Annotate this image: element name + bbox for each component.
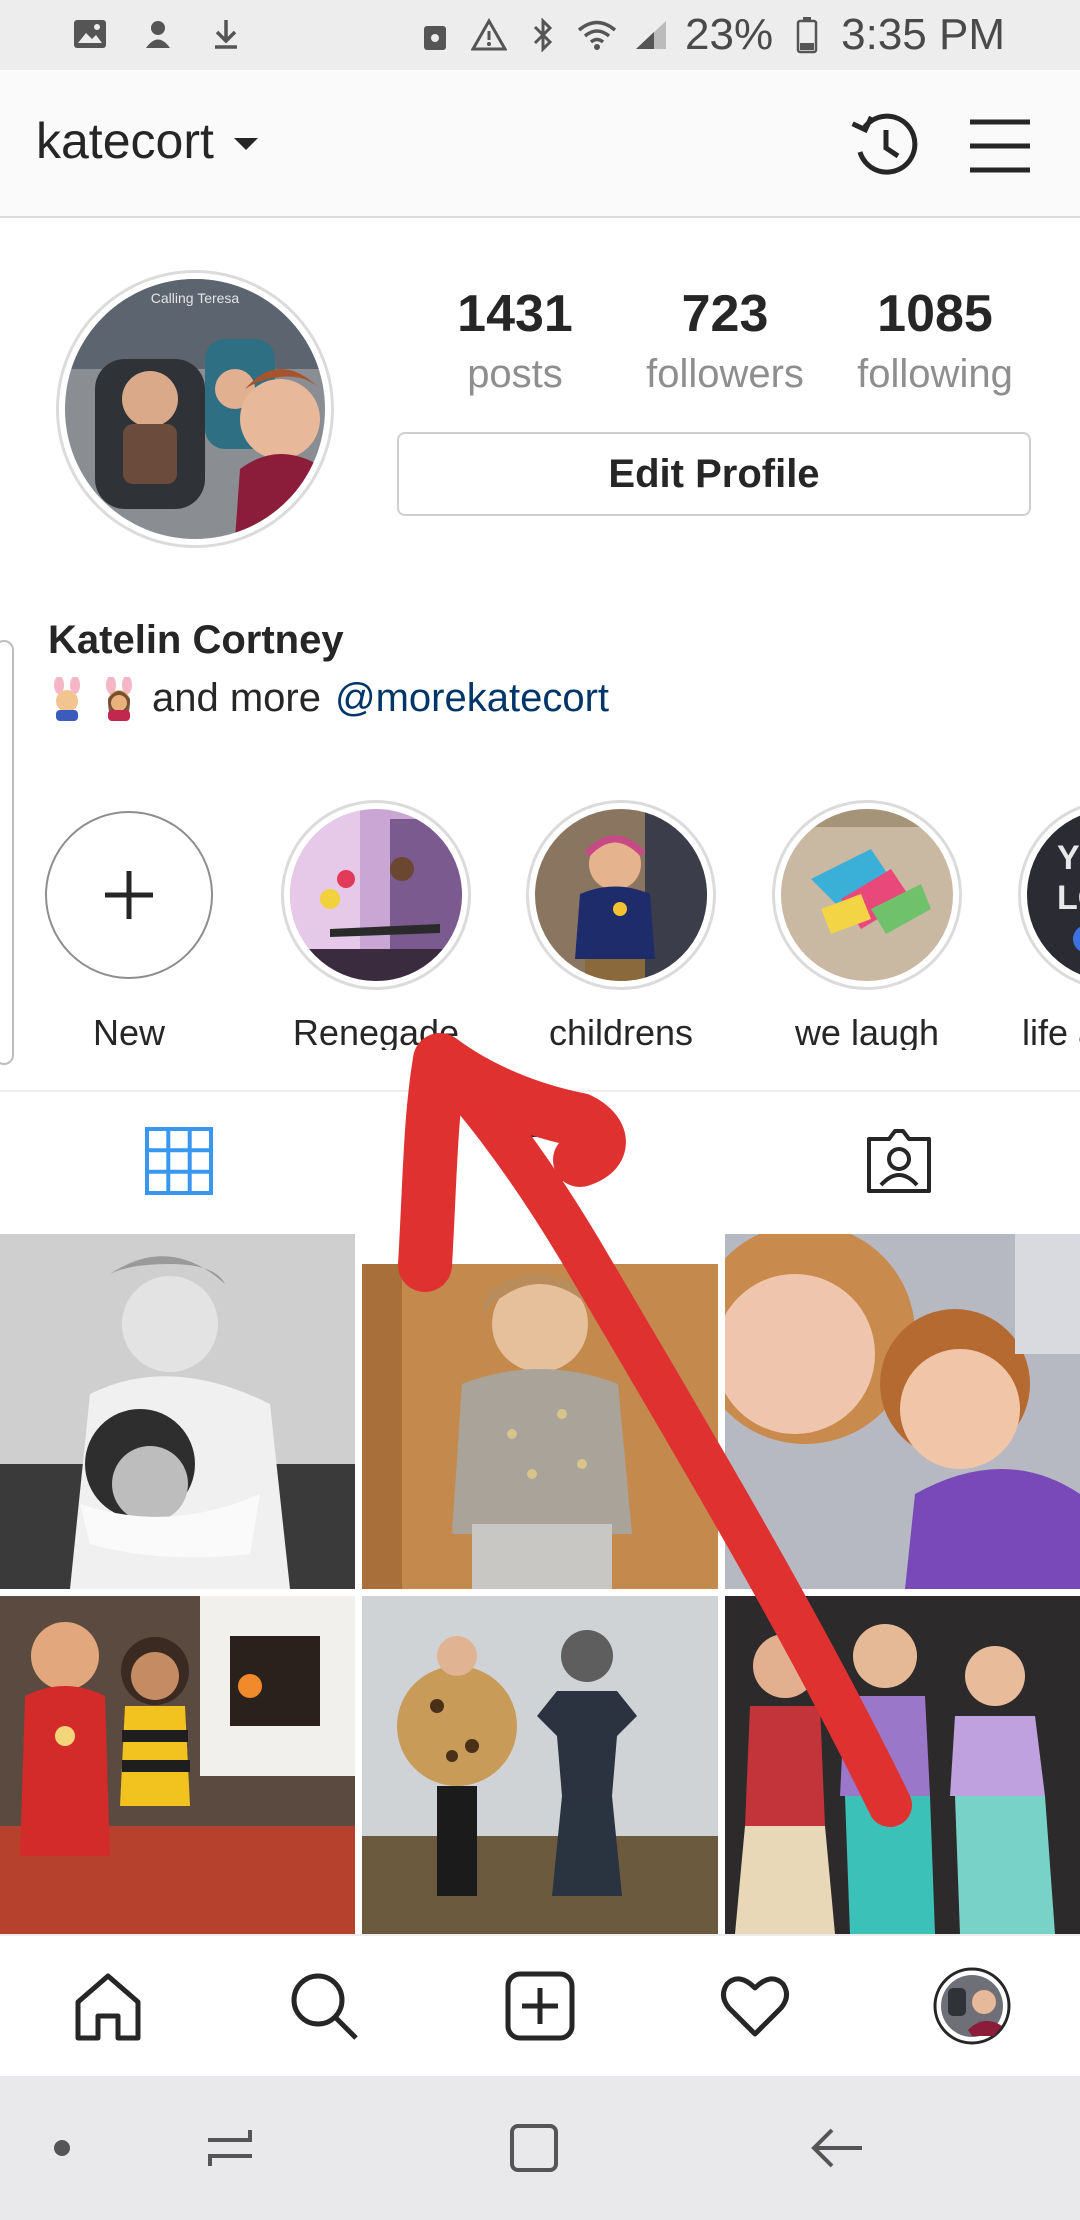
download-icon — [206, 14, 246, 54]
highlight-label: New — [92, 1012, 166, 1050]
highlight-cover — [290, 809, 462, 981]
search-icon[interactable] — [282, 1964, 366, 2048]
system-navigation — [0, 2076, 1080, 2220]
grid-post[interactable] — [362, 1234, 718, 1589]
grid-post[interactable] — [0, 1596, 355, 1934]
status-system: 23% 3:35 PM — [415, 10, 1005, 60]
highlight-we-laugh[interactable]: we laugh — [772, 800, 962, 1050]
history-icon[interactable] — [846, 106, 926, 186]
bio-text: and more — [152, 676, 321, 720]
username-label: katecort — [36, 113, 214, 169]
full-name: Katelin Cortney — [48, 618, 344, 662]
warning-icon — [469, 15, 509, 55]
bio-mention-link[interactable]: @morekatecort — [335, 676, 609, 721]
back-icon[interactable] — [806, 2118, 866, 2178]
image-icon — [70, 14, 110, 54]
highlight-cover — [781, 809, 953, 981]
account-switcher[interactable]: katecort — [36, 112, 258, 170]
grid-post[interactable] — [362, 1596, 718, 1934]
followers-label: followers — [646, 352, 804, 396]
stat-following[interactable]: 1085 following — [830, 282, 1040, 402]
highlight-cover — [535, 809, 707, 981]
highlight-cover: YO LO — [1027, 809, 1080, 981]
feed-list-icon[interactable] — [507, 1125, 579, 1197]
svg-text:YO: YO — [1057, 839, 1080, 877]
bunny-girl-emoji-icon — [48, 675, 86, 721]
followers-count: 723 — [681, 285, 769, 343]
grid-icon[interactable] — [143, 1125, 215, 1197]
home-icon[interactable] — [66, 1964, 150, 2048]
highlight-renegade[interactable]: Renegade — [281, 800, 471, 1050]
tagged-icon[interactable] — [863, 1125, 935, 1197]
grid-post[interactable] — [725, 1234, 1080, 1589]
highlight-childrens[interactable]: childrens — [526, 800, 716, 1050]
lock-icon — [415, 15, 455, 55]
signal-icon — [631, 15, 671, 55]
grid-post[interactable] — [725, 1596, 1080, 1934]
highlight-new[interactable]: New — [34, 800, 224, 1050]
wifi-icon — [577, 15, 617, 55]
dot-icon[interactable] — [32, 2118, 92, 2178]
status-notifications — [70, 14, 246, 54]
add-post-icon[interactable] — [498, 1964, 582, 2048]
app-header: katecort — [0, 70, 1080, 218]
bio: and more @morekatecort — [48, 675, 609, 721]
highlight-label: we laugh — [794, 1012, 940, 1050]
bunny-girl-emoji-icon-2 — [100, 675, 138, 721]
status-bar: 23% 3:35 PM — [0, 0, 1080, 70]
clock: 3:35 PM — [841, 10, 1005, 59]
plus-icon — [105, 871, 153, 919]
person-icon — [138, 14, 178, 54]
new-highlight-button[interactable] — [45, 811, 213, 979]
menu-icon[interactable] — [960, 106, 1040, 186]
highlight-label: life a — [1022, 1012, 1080, 1050]
posts-label: posts — [467, 352, 563, 396]
profile-avatar-icon[interactable] — [930, 1964, 1014, 2048]
home-square-icon[interactable] — [504, 2118, 564, 2178]
stat-posts[interactable]: 1431 posts — [410, 282, 620, 402]
bluetooth-icon — [523, 15, 563, 55]
chevron-down-icon — [233, 138, 258, 150]
recents-icon[interactable] — [200, 2118, 260, 2178]
story-highlights: New Renegade childrens we laugh Y L life — [0, 800, 1080, 1050]
battery-icon — [787, 15, 827, 55]
stat-followers[interactable]: 723 followers — [620, 282, 830, 402]
highlight-label: childrens — [548, 1012, 694, 1050]
bottom-navigation — [0, 1934, 1080, 2076]
avatar-caption: Calling Teresa — [151, 290, 240, 306]
profile-avatar[interactable]: Calling Teresa — [56, 270, 334, 548]
edit-profile-button[interactable]: Edit Profile — [397, 432, 1031, 516]
following-label: following — [857, 352, 1013, 396]
battery-percent: 23% — [685, 10, 774, 59]
grid-post[interactable] — [0, 1234, 355, 1589]
posts-count: 1431 — [457, 285, 573, 343]
tabs-divider — [0, 1090, 1080, 1092]
svg-text:LO: LO — [1057, 879, 1080, 917]
following-count: 1085 — [877, 285, 993, 343]
profile-stats: 1431 posts 723 followers 1085 following — [410, 282, 1040, 402]
avatar-photo: Calling Teresa — [65, 279, 325, 539]
highlight-life[interactable]: YO LO life a — [1018, 800, 1080, 1050]
highlight-label: Renegade — [292, 1012, 460, 1050]
heart-icon[interactable] — [713, 1964, 797, 2048]
